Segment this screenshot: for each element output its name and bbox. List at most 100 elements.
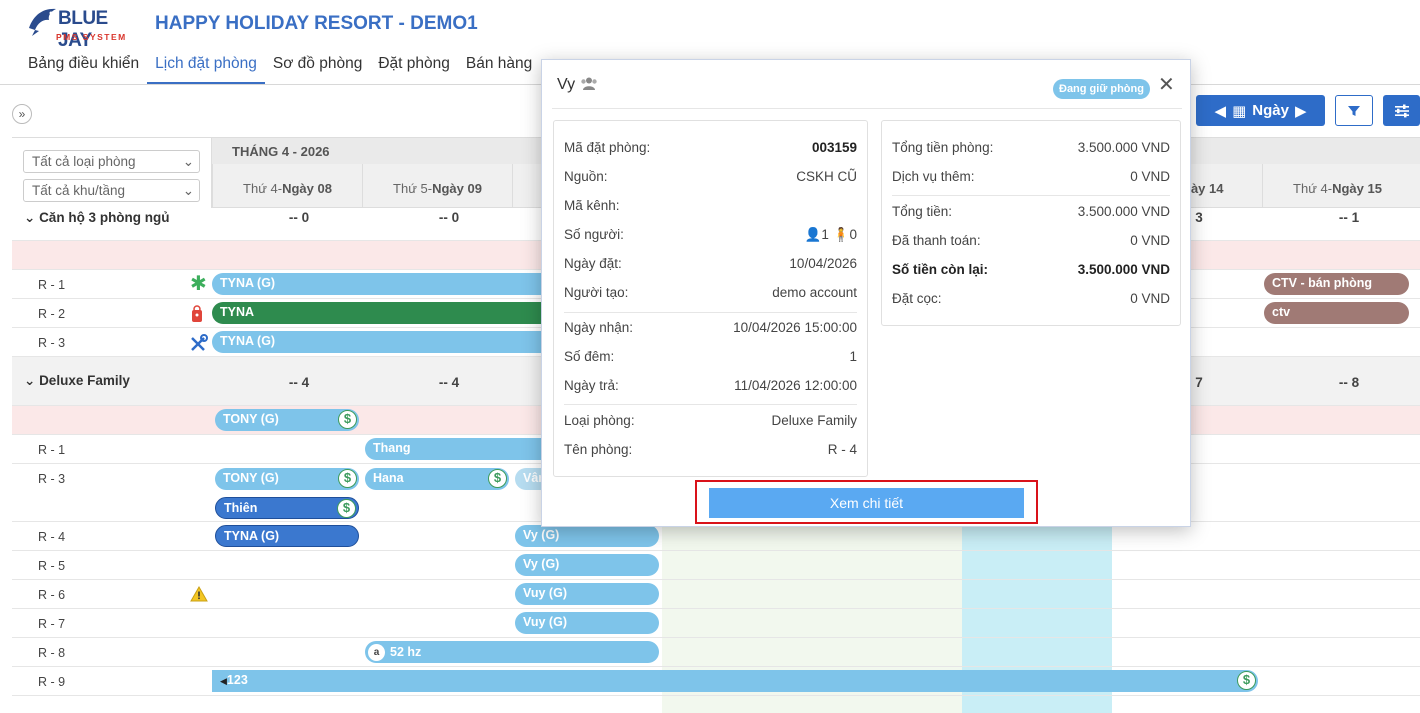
clean-status-icon[interactable]: ✱ xyxy=(190,271,207,296)
booking-bar[interactable]: TYNA (G) xyxy=(215,525,359,547)
arrow-left-icon: ◀ xyxy=(220,676,227,686)
room-row: R - 6 Vuy (G) xyxy=(12,580,1420,609)
availability-count: -- 0 xyxy=(288,210,310,225)
door-tag-icon[interactable] xyxy=(190,305,204,323)
booking-bar[interactable]: TYNA (G) xyxy=(212,273,552,295)
room-type-select[interactable]: Tất cả loại phòng ⌄ xyxy=(23,150,200,173)
room-row: R - 7 Vuy (G) xyxy=(12,609,1420,638)
booking-bar[interactable]: a 52 hz xyxy=(365,641,659,663)
nights-row: Số đêm: 1 xyxy=(564,349,857,364)
status-badge: Đang giữ phòng xyxy=(1053,79,1150,99)
creator-row: Người tạo: demo account xyxy=(564,285,857,300)
availability-count: -- 1 xyxy=(1338,210,1360,225)
guest-name: Vy xyxy=(557,76,576,93)
view-detail-button[interactable]: Xem chi tiết xyxy=(709,488,1024,518)
booking-calendar-app: BLUE JAY PMS SYSTEM HAPPY HOLIDAY RESORT… xyxy=(0,0,1420,713)
warning-icon[interactable] xyxy=(190,586,208,602)
booking-label: TONY (G) xyxy=(223,471,279,485)
day-view-button[interactable]: ◀ ▦ Ngày ▶ xyxy=(1196,95,1325,126)
nav-room-map[interactable]: Sơ đồ phòng xyxy=(265,48,370,84)
booking-bar[interactable]: TONY (G) $ xyxy=(215,468,359,490)
nav-sales[interactable]: Bán hàng xyxy=(458,48,540,84)
booked-date-row: Ngày đặt: 10/04/2026 xyxy=(564,256,857,271)
day-column-bg xyxy=(812,551,962,579)
calendar-icon: ▦ xyxy=(1232,102,1247,120)
logo: BLUE JAY PMS SYSTEM xyxy=(26,4,136,51)
day-column-bg xyxy=(662,580,812,608)
child-icon: 🧍 xyxy=(832,227,850,242)
area-value: Tất cả khu/tầng xyxy=(32,183,126,198)
room-row: R - 5 Vy (G) xyxy=(12,551,1420,580)
nav-dashboard[interactable]: Bảng điều khiển xyxy=(20,48,147,84)
room-row xyxy=(12,696,1420,713)
room-type-name[interactable]: ⌄ Căn hộ 3 phòng ngủ xyxy=(24,210,170,226)
settings-button[interactable] xyxy=(1383,95,1420,126)
booking-bar[interactable]: TYNA xyxy=(212,302,552,324)
main-nav: Bảng điều khiển Lịch đặt phòng Sơ đồ phò… xyxy=(20,48,540,84)
booking-bar[interactable]: Hana $ xyxy=(365,468,509,490)
room-label: R - 5 xyxy=(38,559,66,573)
room-type-value: Tất cả loại phòng xyxy=(32,154,136,169)
room-label: R - 6 xyxy=(38,588,66,602)
booking-bar[interactable]: TONY (G) $ xyxy=(215,409,359,431)
nav-booking-calendar[interactable]: Lịch đặt phòng xyxy=(147,48,265,84)
room-label: R - 3 xyxy=(38,472,66,486)
room-label: R - 1 xyxy=(38,443,66,457)
room-type-name[interactable]: ⌄ Deluxe Family xyxy=(24,373,130,389)
filter-button[interactable] xyxy=(1335,95,1373,126)
checkin-row: Ngày nhận: 10/04/2026 15:00:00 xyxy=(564,320,857,335)
deposit-row: Đặt cọc: 0 VND xyxy=(892,291,1170,306)
booking-label: Thiên xyxy=(224,501,258,515)
day-column-bg xyxy=(662,609,812,637)
room-row: R - 8 a 52 hz xyxy=(12,638,1420,667)
channel-row: Mã kênh: xyxy=(564,198,620,213)
booking-bar[interactable]: Thiên $ xyxy=(215,497,359,519)
prev-icon[interactable]: ◀ xyxy=(1215,102,1227,120)
nav-reservations[interactable]: Đặt phòng xyxy=(370,48,458,84)
dollar-icon: $ xyxy=(338,410,357,429)
sliders-icon xyxy=(1394,104,1409,117)
booking-bar[interactable]: Vy (G) xyxy=(515,554,659,576)
brand-sub: PMS SYSTEM xyxy=(56,32,127,42)
booking-bar[interactable]: CTV - bán phòng xyxy=(1264,273,1409,295)
booking-bar[interactable]: Vy (G) xyxy=(515,525,659,547)
booking-label: 123 xyxy=(226,673,248,687)
total-row: Tổng tiền: 3.500.000 VND xyxy=(892,204,1170,219)
chevron-down-icon: ⌄ xyxy=(182,154,194,169)
day-column-bg xyxy=(812,609,962,637)
today-column-bg xyxy=(962,580,1112,608)
booking-bar[interactable]: ctv xyxy=(1264,302,1409,324)
booking-bar[interactable]: ◀123 $ xyxy=(212,670,1258,692)
booking-label: 52 hz xyxy=(390,644,422,659)
amazon-icon: a xyxy=(368,644,385,661)
room-total-row: Tổng tiền phòng: 3.500.000 VND xyxy=(892,140,1170,155)
divider xyxy=(564,312,857,313)
availability-count: -- 4 xyxy=(438,375,460,390)
booking-bar[interactable]: Thang xyxy=(365,438,555,460)
room-label: R - 3 xyxy=(38,336,66,350)
maintenance-tools-icon[interactable] xyxy=(190,334,208,352)
room-label: R - 8 xyxy=(38,646,66,660)
day-column-bg xyxy=(662,696,812,713)
next-icon[interactable]: ▶ xyxy=(1295,102,1307,120)
room-label: R - 9 xyxy=(38,675,66,689)
area-select[interactable]: Tất cả khu/tầng ⌄ xyxy=(23,179,200,202)
divider xyxy=(892,195,1170,196)
booking-bar[interactable]: TYNA (G) xyxy=(212,331,552,353)
expand-sidebar-button[interactable]: » xyxy=(12,104,32,124)
booking-bar[interactable]: Vuy (G) xyxy=(515,612,659,634)
brand-name: BLUE JAY xyxy=(58,8,108,51)
payment-info-card: Tổng tiền phòng: 3.500.000 VND Dịch vụ th… xyxy=(881,120,1181,326)
popup-title: Vy xyxy=(557,76,598,94)
booking-bar[interactable]: Vuy (G) xyxy=(515,583,659,605)
room-type-row: Loại phòng: Deluxe Family xyxy=(564,413,857,428)
blue-jay-icon xyxy=(29,8,56,36)
hotel-title: HAPPY HOLIDAY RESORT - DEMO1 xyxy=(155,13,478,34)
availability-count: -- 4 xyxy=(288,375,310,390)
booking-label: Hana xyxy=(373,471,404,485)
close-icon[interactable]: ✕ xyxy=(1158,75,1175,95)
day-column-bg xyxy=(662,551,812,579)
dollar-icon: $ xyxy=(338,469,357,488)
today-column-bg xyxy=(962,609,1112,637)
availability-count: -- 0 xyxy=(438,210,460,225)
